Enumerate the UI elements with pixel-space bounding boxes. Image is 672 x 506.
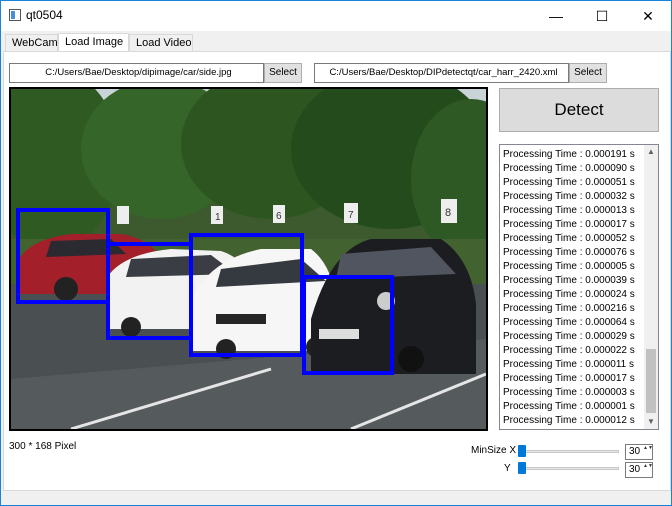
detect-button[interactable]: Detect: [499, 88, 659, 132]
log-line: Processing Time : 0.000011 s: [503, 359, 634, 370]
parking-lot-photo: 1 6 7 8: [11, 89, 486, 429]
scroll-thumb[interactable]: [646, 349, 656, 413]
log-line: Processing Time : 0.000191 s: [503, 149, 635, 160]
log-line: Processing Time : 0.000005 s: [503, 261, 635, 272]
maximize-button[interactable]: ☐: [579, 1, 625, 31]
minsize-y-slider-track[interactable]: [521, 467, 619, 470]
tab-load-video[interactable]: Load Video: [129, 34, 193, 51]
log-line: Processing Time : 0.000029 s: [503, 331, 635, 342]
log-scrollbar[interactable]: ▲ ▼: [644, 145, 658, 429]
log-line: Processing Time : 0.000017 s: [503, 373, 635, 384]
log-line: Processing Time : 0.000003 s: [503, 387, 635, 398]
log-line: Processing Time : 0.000039 s: [503, 275, 635, 286]
minsize-x-spinbox[interactable]: 30 ▲▼: [625, 444, 653, 460]
select-image-button[interactable]: Select: [264, 63, 302, 83]
minsize-x-slider-track[interactable]: [521, 450, 619, 453]
log-line: Processing Time : 0.000076 s: [503, 247, 635, 258]
sign-label: 1: [215, 212, 221, 223]
select-xml-button[interactable]: Select: [569, 63, 607, 83]
minsize-y-label: Y: [504, 463, 511, 474]
log-line: Processing Time : 0.000032 s: [503, 191, 635, 202]
log-line: Processing Time : 0.000216 s: [503, 303, 635, 314]
log-line: Processing Time : 0.000022 s: [503, 345, 635, 356]
log-line: Processing Time : 0.000024 s: [503, 289, 635, 300]
log-line: Processing Time : 0.000001 s: [503, 401, 635, 412]
processing-log[interactable]: Processing Time : 0.000191 s Processing T…: [499, 144, 659, 430]
tab-webcam[interactable]: WebCam: [5, 34, 58, 51]
close-button[interactable]: ✕: [625, 1, 671, 31]
image-path-field[interactable]: C:/Users/Bae/Desktop/dipimage/car/side.j…: [9, 63, 264, 83]
log-line: Processing Time : 0.000052 s: [503, 233, 635, 244]
minimize-button[interactable]: —: [533, 1, 579, 31]
minsize-x-slider-handle[interactable]: [518, 445, 526, 457]
spin-arrows-icon[interactable]: ▲▼: [643, 463, 653, 477]
xml-path-field[interactable]: C:/Users/Bae/Desktop/DIPdetectqt/car_har…: [314, 63, 569, 83]
log-line: Processing Time : 0.000051 s: [503, 177, 635, 188]
sign-label: 6: [276, 211, 282, 222]
log-line: Processing Time : 0.000013 s: [503, 205, 635, 216]
log-line: Processing Time : 0.000064 s: [503, 317, 635, 328]
sign-label: 8: [445, 207, 451, 219]
image-display: 1 6 7 8: [9, 87, 488, 431]
scroll-up-icon[interactable]: ▲: [644, 145, 658, 159]
minsize-x-label: MinSize X: [471, 445, 517, 456]
sign-label: 7: [348, 210, 354, 221]
window-title: qt0504: [26, 8, 63, 22]
tab-load-image[interactable]: Load Image: [58, 33, 129, 51]
window-icon: [9, 9, 21, 21]
scroll-down-icon[interactable]: ▼: [644, 415, 658, 429]
app-window: qt0504 — ☐ ✕ WebCam Load Image Load Vide…: [0, 0, 672, 506]
log-line: Processing Time : 0.000090 s: [503, 163, 635, 174]
minsize-y-value: 30: [629, 464, 641, 475]
titlebar[interactable]: qt0504 — ☐ ✕: [1, 1, 671, 31]
minsize-y-spinbox[interactable]: 30 ▲▼: [625, 462, 653, 478]
log-line: Processing Time : 0.000017 s: [503, 219, 635, 230]
spin-arrows-icon[interactable]: ▲▼: [643, 445, 653, 459]
minsize-x-value: 30: [629, 446, 641, 457]
pixel-size-label: 300 * 168 Pixel: [9, 441, 77, 452]
minsize-y-slider-handle[interactable]: [518, 462, 526, 474]
log-line: Processing Time : 0.000012 s: [503, 415, 635, 426]
